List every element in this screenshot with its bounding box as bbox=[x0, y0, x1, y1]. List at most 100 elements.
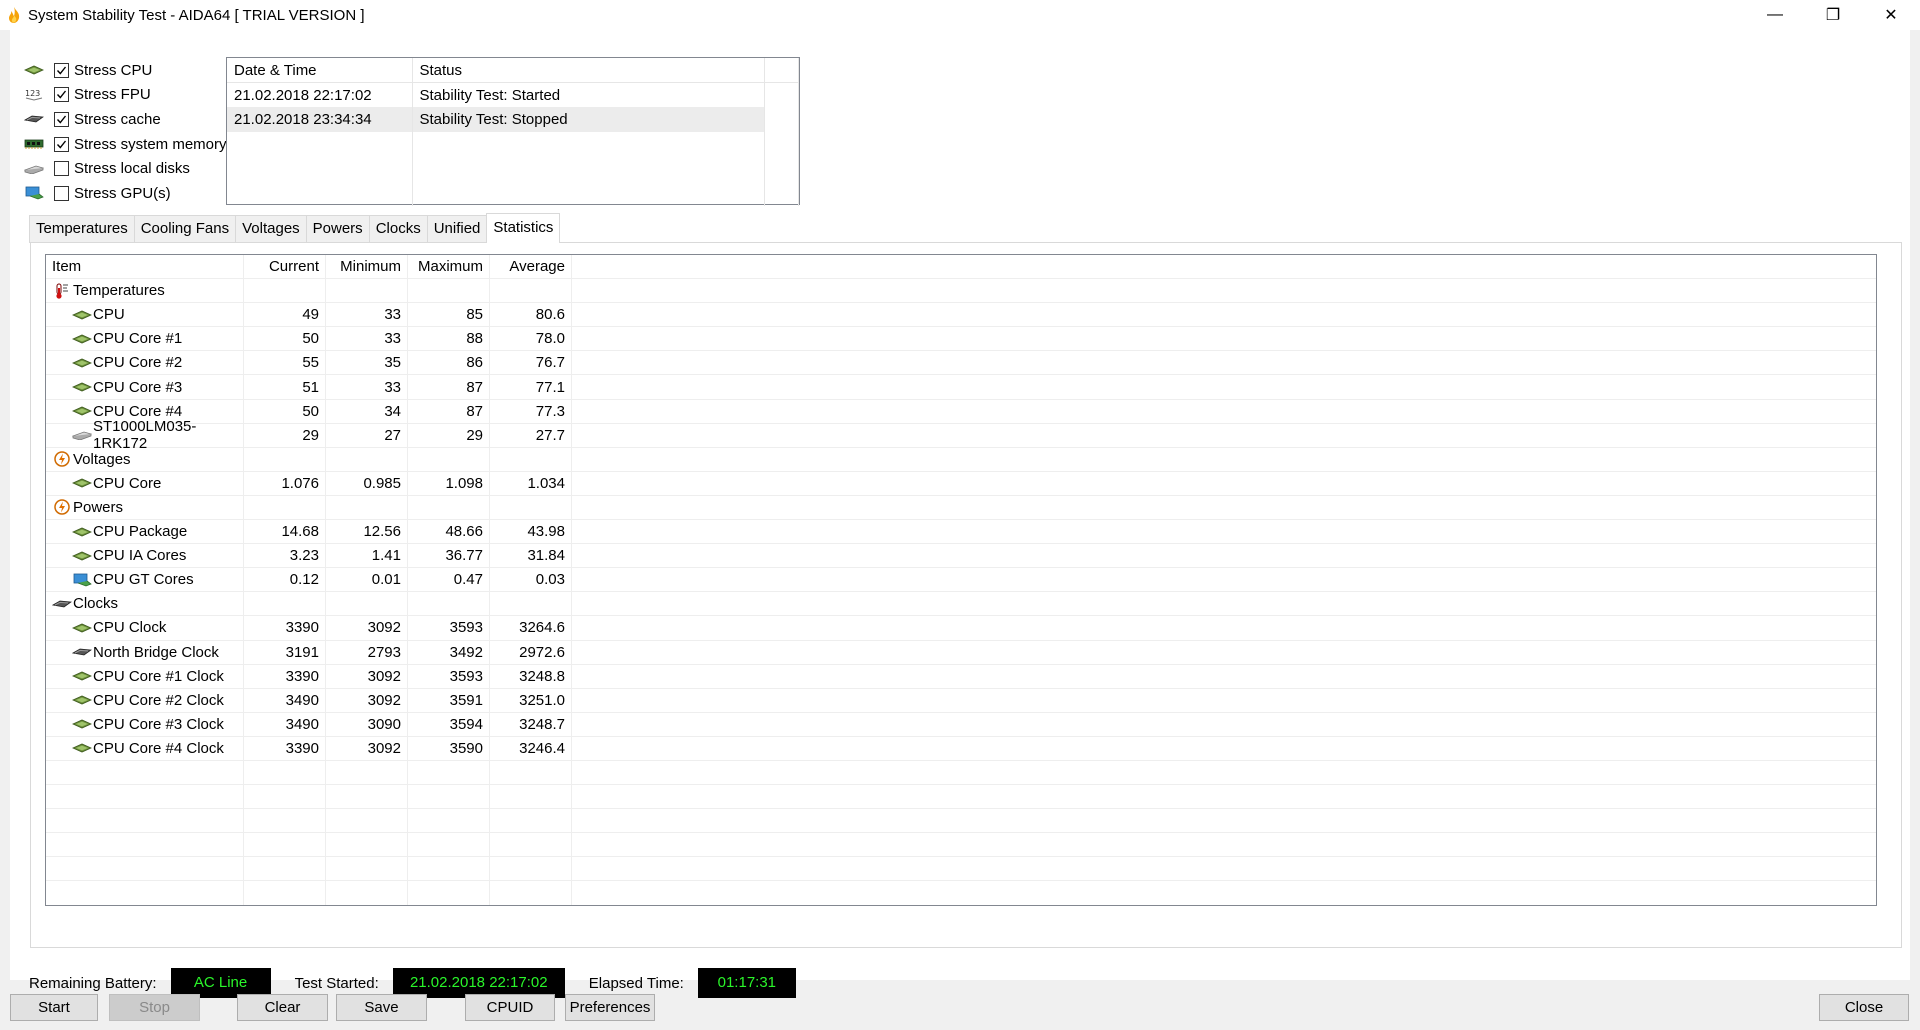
average-value: 77.1 bbox=[490, 375, 572, 399]
row-filler bbox=[572, 520, 1876, 543]
statistics-row[interactable]: ST1000LM035-1RK172 29 27 29 27.7 bbox=[46, 418, 1876, 452]
minimum-value: 1.41 bbox=[326, 544, 408, 568]
current-value: 3390 bbox=[244, 664, 326, 688]
item-label: CPU Core #2 Clock bbox=[93, 691, 224, 709]
statistics-row[interactable]: CPU Core #1 50 33 88 78.0 bbox=[46, 327, 1876, 352]
stress-checkbox[interactable] bbox=[54, 185, 69, 201]
empty-cell bbox=[408, 881, 490, 905]
statistics-row[interactable]: CPU Package 14.68 12.56 48.66 43.98 bbox=[46, 520, 1876, 545]
stress-checkbox[interactable] bbox=[54, 136, 69, 152]
stress-option-row[interactable]: 123 Stress FPU bbox=[24, 83, 227, 108]
minimum-value: 3090 bbox=[326, 712, 408, 736]
header-average[interactable]: Average bbox=[490, 255, 572, 279]
cpu-icon bbox=[72, 356, 92, 370]
statistics-row[interactable]: CPU IA Cores 3.23 1.41 36.77 31.84 bbox=[46, 544, 1876, 569]
maximum-value: 3591 bbox=[408, 688, 490, 712]
statistics-row[interactable]: CPU Core #2 55 35 86 76.7 bbox=[46, 351, 1876, 376]
stress-option-row[interactable]: Stress system memory bbox=[24, 132, 227, 157]
statistics-row[interactable]: CPU GT Cores 0.12 0.01 0.47 0.03 bbox=[46, 568, 1876, 593]
stress-checkbox[interactable] bbox=[54, 111, 69, 127]
statistics-group-row[interactable]: Powers bbox=[46, 495, 1876, 521]
stop-button[interactable]: Stop bbox=[109, 994, 200, 1021]
statistics-panel: Item Current Minimum Maximum Average Tem… bbox=[30, 242, 1902, 948]
item-label: CPU Clock bbox=[93, 619, 167, 637]
minimum-value: 2793 bbox=[326, 640, 408, 664]
preferences-button[interactable]: Preferences bbox=[565, 994, 655, 1021]
tab-powers[interactable]: Powers bbox=[305, 215, 370, 243]
clear-button[interactable]: Clear bbox=[237, 994, 328, 1021]
tab-cooling-fans[interactable]: Cooling Fans bbox=[133, 215, 237, 243]
statistics-row[interactable]: CPU 49 33 85 80.6 bbox=[46, 303, 1876, 328]
minimum-value: 12.56 bbox=[326, 520, 408, 544]
tab-unified[interactable]: Unified bbox=[426, 215, 488, 243]
statistics-row[interactable]: CPU Clock 3390 3092 3593 3264.6 bbox=[46, 616, 1876, 641]
statistics-row[interactable]: CPU Core #3 Clock 3490 3090 3594 3248.7 bbox=[46, 712, 1876, 737]
current-value: 50 bbox=[244, 399, 326, 423]
statistics-row[interactable]: CPU Core 1.076 0.985 1.098 1.034 bbox=[46, 471, 1876, 496]
close-button[interactable]: Close bbox=[1819, 994, 1909, 1021]
current-value: 51 bbox=[244, 375, 326, 399]
stress-option-row[interactable]: Stress CPU bbox=[24, 58, 227, 83]
start-button[interactable]: Start bbox=[10, 994, 98, 1021]
statistics-group-row[interactable]: Clocks bbox=[46, 592, 1876, 617]
stress-checkbox[interactable] bbox=[54, 161, 69, 177]
stress-checkbox[interactable] bbox=[54, 87, 69, 103]
save-button[interactable]: Save bbox=[336, 994, 427, 1021]
log-row[interactable]: 21.02.2018 23:34:34 Stability Test: Stop… bbox=[227, 107, 799, 132]
lightning-icon bbox=[52, 451, 72, 468]
stress-option-label[interactable]: Stress system memory bbox=[74, 136, 227, 153]
tab-voltages[interactable]: Voltages bbox=[235, 215, 307, 243]
stress-option-row[interactable]: Stress cache bbox=[24, 107, 227, 132]
empty-cell bbox=[490, 785, 572, 809]
statistics-group-row[interactable]: Temperatures bbox=[46, 279, 1876, 304]
stress-option-label[interactable]: Stress FPU bbox=[74, 86, 151, 103]
row-filler bbox=[572, 592, 1876, 615]
window-close-button[interactable]: ✕ bbox=[1862, 0, 1920, 30]
stress-checkbox[interactable] bbox=[54, 62, 69, 78]
restore-button[interactable]: ❐ bbox=[1804, 0, 1862, 30]
average-value: 3248.7 bbox=[490, 712, 572, 736]
statistics-row[interactable]: CPU Core #4 Clock 3390 3092 3590 3246.4 bbox=[46, 736, 1876, 761]
row-item: Clocks bbox=[46, 592, 244, 616]
tab-statistics[interactable]: Statistics bbox=[486, 213, 561, 243]
statistics-table[interactable]: Item Current Minimum Maximum Average Tem… bbox=[45, 254, 1877, 906]
stress-option-label[interactable]: Stress GPU(s) bbox=[74, 185, 171, 202]
empty-cell bbox=[326, 760, 408, 785]
minimum-value: 33 bbox=[326, 375, 408, 399]
log-header-status[interactable]: Status bbox=[412, 58, 765, 84]
average-value: 77.3 bbox=[490, 399, 572, 423]
stress-option-label[interactable]: Stress CPU bbox=[74, 62, 152, 79]
empty-row bbox=[46, 760, 1876, 786]
log-row-empty bbox=[227, 131, 799, 157]
stress-option-row[interactable]: Stress local disks bbox=[24, 156, 227, 181]
header-item[interactable]: Item bbox=[46, 255, 244, 279]
log-status: Stability Test: Stopped bbox=[412, 107, 765, 132]
cpuid-button[interactable]: CPUID bbox=[465, 994, 555, 1021]
header-current[interactable]: Current bbox=[244, 255, 326, 279]
maximum-value: 87 bbox=[408, 399, 490, 423]
header-maximum[interactable]: Maximum bbox=[408, 255, 490, 279]
statistics-row[interactable]: CPU Core #1 Clock 3390 3092 3593 3248.8 bbox=[46, 664, 1876, 689]
log-row[interactable]: 21.02.2018 22:17:02 Stability Test: Star… bbox=[227, 82, 799, 108]
tab-temperatures[interactable]: Temperatures bbox=[29, 215, 135, 243]
statistics-row[interactable]: CPU Core #4 50 34 87 77.3 bbox=[46, 399, 1876, 424]
statistics-row[interactable]: CPU Core #2 Clock 3490 3092 3591 3251.0 bbox=[46, 688, 1876, 713]
statistics-group-row[interactable]: Voltages bbox=[46, 447, 1876, 472]
row-item: CPU bbox=[46, 303, 244, 327]
empty-cell bbox=[244, 785, 326, 809]
stress-option-label[interactable]: Stress cache bbox=[74, 111, 161, 128]
stress-option-row[interactable]: Stress GPU(s) bbox=[24, 181, 227, 206]
row-item: CPU Core #4 Clock bbox=[46, 736, 244, 760]
row-filler bbox=[572, 616, 1876, 639]
minimize-button[interactable]: — bbox=[1746, 0, 1804, 30]
minimum-value: 3092 bbox=[326, 688, 408, 712]
statistics-row[interactable]: North Bridge Clock 3191 2793 3492 2972.6 bbox=[46, 640, 1876, 665]
stress-option-label[interactable]: Stress local disks bbox=[74, 160, 190, 177]
statistics-row[interactable]: CPU Core #3 51 33 87 77.1 bbox=[46, 375, 1876, 400]
tab-clocks[interactable]: Clocks bbox=[368, 215, 428, 243]
header-minimum[interactable]: Minimum bbox=[326, 255, 408, 279]
item-label: CPU bbox=[93, 306, 125, 324]
cpu-icon bbox=[72, 380, 92, 394]
empty-row bbox=[46, 809, 1876, 834]
log-header-datetime[interactable]: Date & Time bbox=[227, 58, 413, 84]
